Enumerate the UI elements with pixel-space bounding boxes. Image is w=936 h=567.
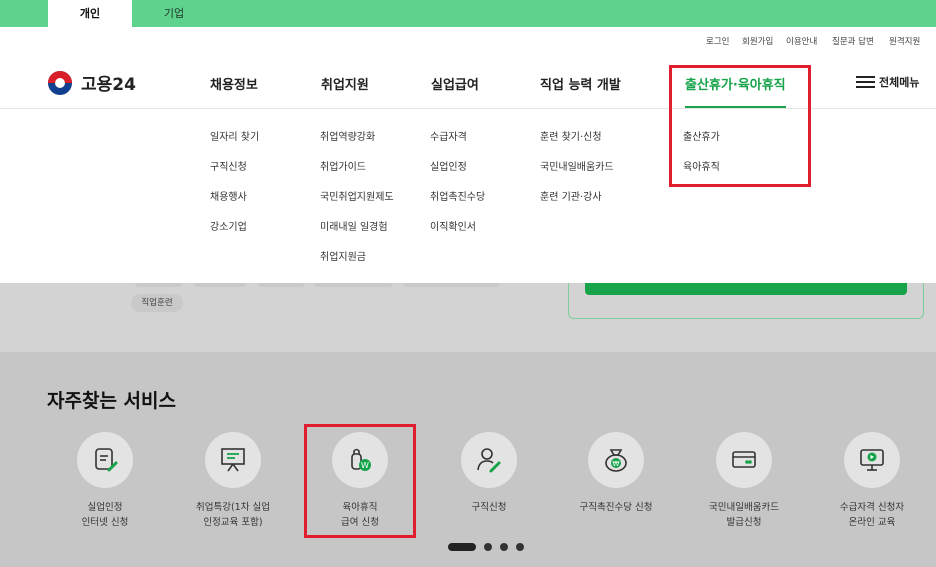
all-menu-label: 전체메뉴	[879, 76, 920, 89]
submenu-item[interactable]: 일자리 찾기	[210, 128, 259, 143]
service-item[interactable]: 국민내일배움카드 발급신청	[684, 432, 804, 530]
all-menu-button[interactable]: 전체메뉴	[856, 74, 919, 90]
login-link[interactable]: 로그인	[706, 35, 729, 47]
submenu-item[interactable]: 취업지원금	[320, 248, 366, 263]
service-label: 국민내일배움카드 발급신청	[709, 502, 779, 528]
service-label: 수급자격 신청자 온라인 교육	[839, 502, 905, 528]
svg-text:₩: ₩	[613, 460, 620, 468]
hero-card-button[interactable]	[585, 283, 907, 295]
service-label: 취업특강(1차 실업 인정교육 포함)	[196, 502, 270, 528]
service-label: 구직신청	[471, 502, 507, 513]
service-item[interactable]: 구직신청	[429, 432, 549, 515]
tab-business[interactable]: 기업	[132, 0, 216, 27]
chip-fragment	[193, 283, 247, 287]
top-bar: 개인 기업	[0, 0, 936, 27]
person-edit-icon	[461, 432, 517, 488]
section-title: 자주찾는 서비스	[47, 390, 176, 412]
chip-fragment	[403, 283, 499, 287]
submenu-item[interactable]: 구직신청	[210, 158, 247, 173]
submenu-item[interactable]: 채용행사	[210, 188, 247, 203]
service-item[interactable]: 실업인정 인터넷 신청	[45, 432, 165, 530]
submenu-item[interactable]: 취업역량강화	[320, 128, 375, 143]
chip-fragment	[257, 283, 305, 287]
logo-text: 고용24	[81, 75, 136, 95]
service-item[interactable]: 수급자격 신청자 온라인 교육	[812, 432, 932, 530]
submenu-item[interactable]: 취업가이드	[320, 158, 366, 173]
service-item[interactable]: ₩ 구직촉진수당 신청	[556, 432, 676, 515]
submenu-item[interactable]: 미래내일 일경험	[320, 218, 388, 233]
qna-link[interactable]: 질문과 답변	[832, 35, 874, 47]
submenu-item[interactable]: 강소기업	[210, 218, 247, 233]
submenu-item[interactable]: 국민내일배움카드	[540, 158, 614, 173]
nav-recruitment[interactable]: 채용정보	[210, 74, 258, 93]
highlight-box-nav	[669, 65, 811, 187]
chip-fragment	[135, 283, 183, 287]
chip-vocational-training[interactable]: 직업훈련	[131, 294, 183, 312]
nav-vocational-training[interactable]: 직업 능력 개발	[540, 74, 621, 93]
submenu-item[interactable]: 훈련 찾기·신청	[540, 128, 602, 143]
service-label: 실업인정 인터넷 신청	[81, 502, 129, 528]
carousel-dot-active[interactable]	[448, 543, 476, 551]
submenu-item[interactable]: 수급자격	[430, 128, 467, 143]
nav-employment-support[interactable]: 취업지원	[321, 74, 369, 93]
remote-support-link[interactable]: 원격지원	[889, 35, 920, 47]
hero-card	[568, 283, 924, 319]
submenu-item[interactable]: 실업인정	[430, 158, 467, 173]
carousel-dot[interactable]	[500, 543, 508, 551]
carousel-dot[interactable]	[516, 543, 524, 551]
service-label: 구직촉진수당 신청	[579, 502, 653, 513]
carousel-pagination	[448, 543, 524, 551]
logo[interactable]: 고용24	[48, 70, 136, 95]
presentation-board-icon	[205, 432, 261, 488]
submenu-item[interactable]: 취업촉진수당	[430, 188, 485, 203]
government-emblem-icon	[48, 70, 72, 95]
credit-card-icon	[716, 432, 772, 488]
money-bag-icon: ₩	[588, 432, 644, 488]
submenu-item[interactable]: 국민취업지원제도	[320, 188, 394, 203]
submenu-item[interactable]: 이직확인서	[430, 218, 476, 233]
nav-unemployment-benefit[interactable]: 실업급여	[431, 74, 479, 93]
service-item[interactable]: 취업특강(1차 실업 인정교육 포함)	[173, 432, 293, 530]
document-edit-icon	[77, 432, 133, 488]
carousel-dot[interactable]	[484, 543, 492, 551]
chip-fragment	[313, 283, 393, 287]
guide-link[interactable]: 이용안내	[786, 35, 817, 47]
submenu-item[interactable]: 훈련 기관·강사	[540, 188, 602, 203]
hamburger-icon	[856, 76, 875, 88]
signup-link[interactable]: 회원가입	[742, 35, 773, 47]
highlight-box-service	[304, 424, 416, 538]
monitor-play-icon	[844, 432, 900, 488]
tab-personal[interactable]: 개인	[48, 0, 132, 27]
